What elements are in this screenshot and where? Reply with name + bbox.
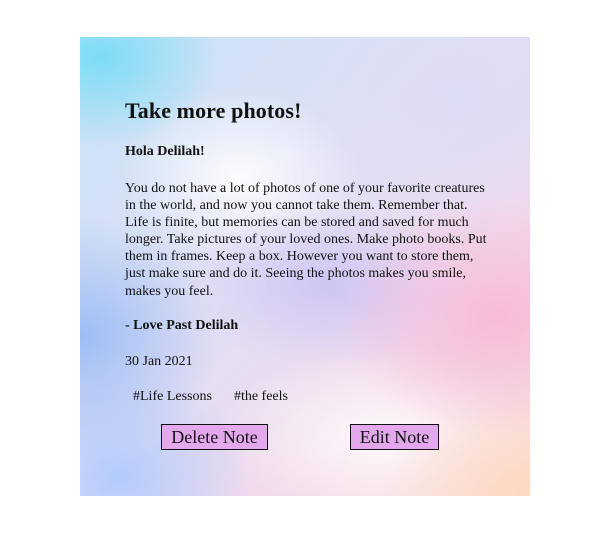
edit-note-button[interactable]: Edit Note xyxy=(350,424,439,450)
note-title: Take more photos! xyxy=(125,98,302,123)
note-date: 30 Jan 2021 xyxy=(125,354,193,369)
tag-life-lessons[interactable]: #Life Lessons xyxy=(133,389,212,405)
note-body: You do not have a lot of photos of one o… xyxy=(125,181,487,299)
note-signoff: - Love Past Delilah xyxy=(125,318,239,333)
delete-note-button[interactable]: Delete Note xyxy=(161,424,268,450)
tag-the-feels[interactable]: #the feels xyxy=(234,389,288,405)
tag-list: #Life Lessons #the feels xyxy=(133,389,288,405)
note-greeting: Hola Delilah! xyxy=(125,144,205,159)
